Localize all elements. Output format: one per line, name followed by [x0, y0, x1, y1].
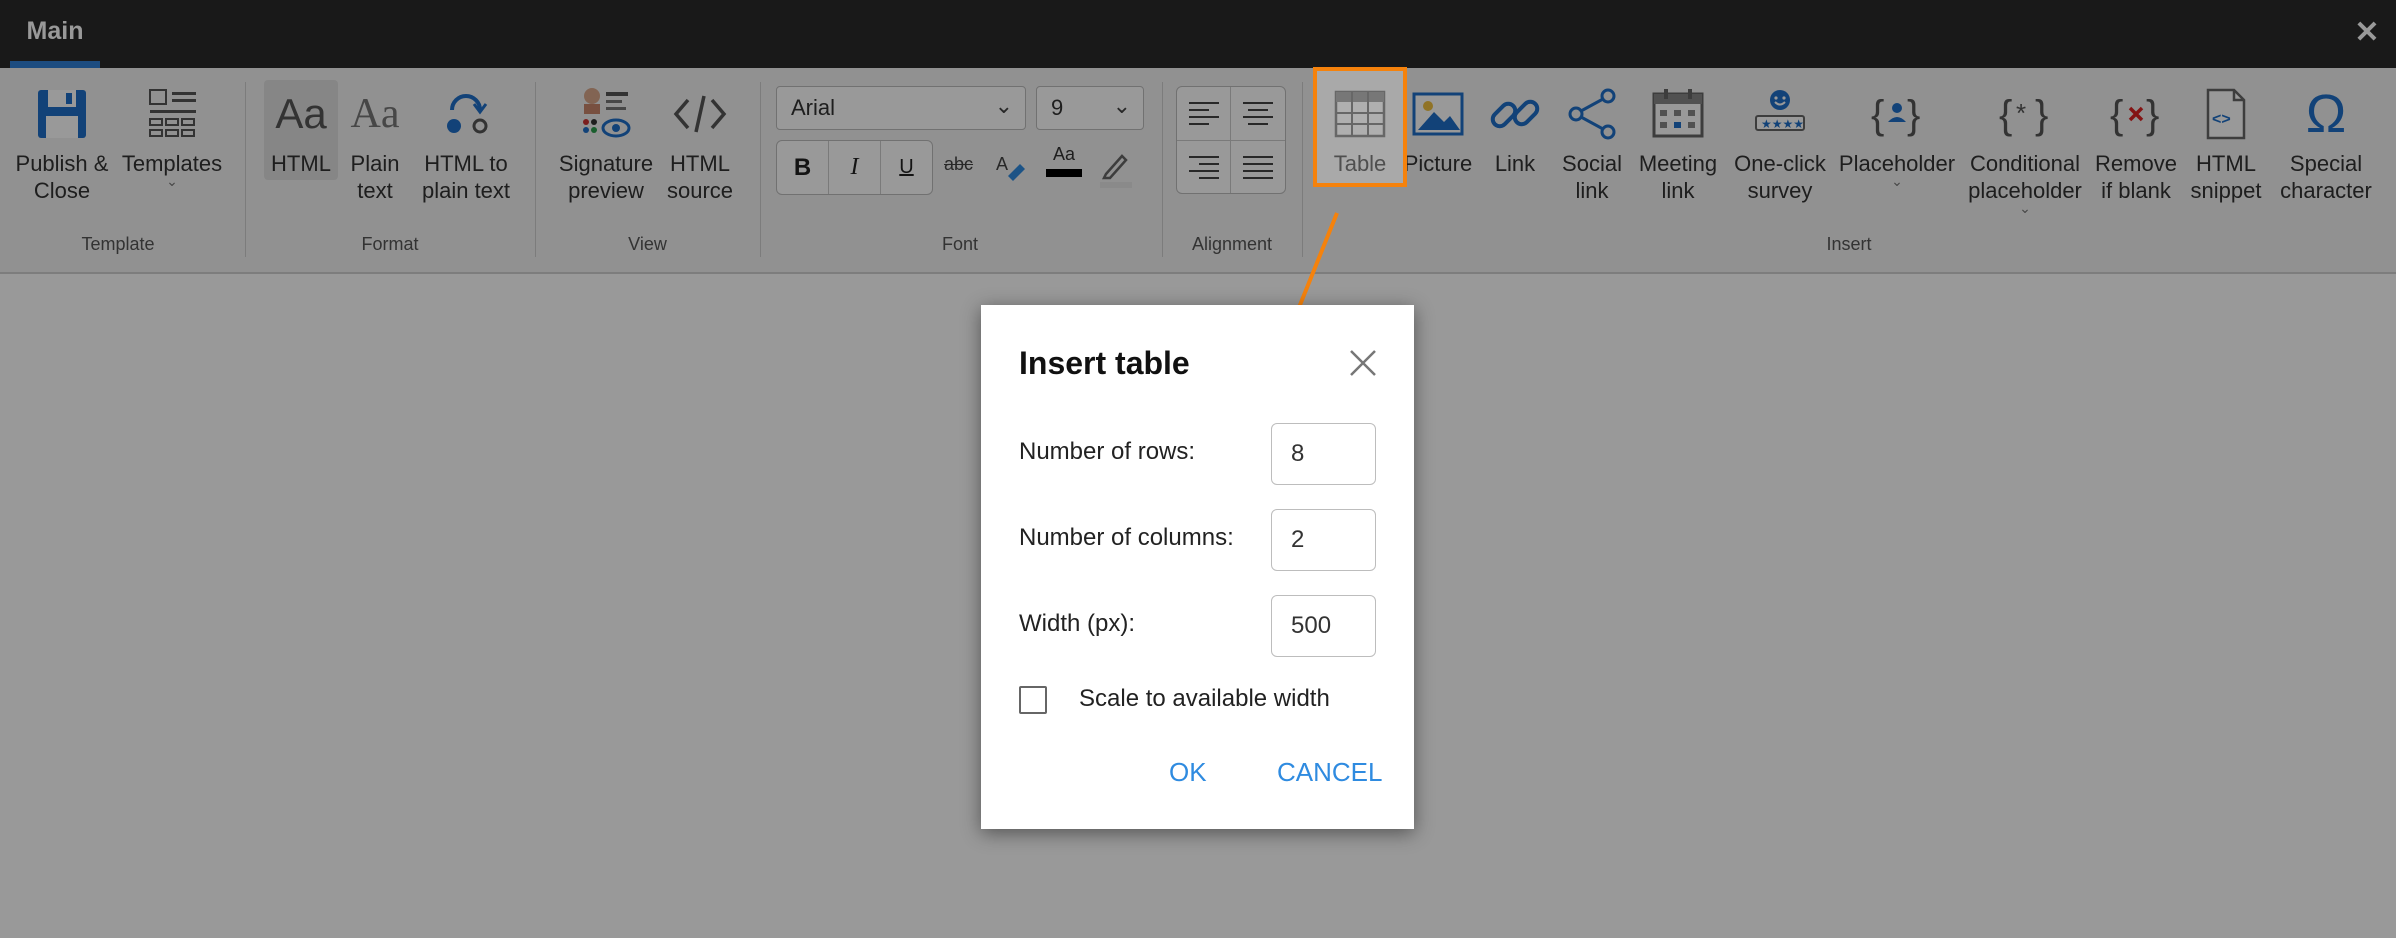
scale-label: Scale to available width: [1079, 685, 1330, 712]
width-input[interactable]: [1271, 595, 1376, 657]
cancel-button[interactable]: CANCEL: [1277, 757, 1382, 788]
rows-label: Number of rows:: [1019, 438, 1196, 465]
insert-table-dialog: Insert table Number of rows: Number of c…: [981, 305, 1414, 829]
columns-input[interactable]: [1271, 509, 1376, 571]
dialog-title: Insert table: [1019, 345, 1190, 381]
app-window: Main ✕ Publish & Close Templates ⌄ Templ…: [0, 0, 2396, 938]
scale-checkbox[interactable]: [1019, 686, 1047, 714]
close-icon[interactable]: [1347, 347, 1379, 379]
ok-button[interactable]: OK: [1169, 757, 1207, 788]
width-label: Width (px):: [1019, 610, 1136, 637]
columns-label: Number of columns:: [1019, 524, 1234, 551]
rows-input[interactable]: [1271, 423, 1376, 485]
